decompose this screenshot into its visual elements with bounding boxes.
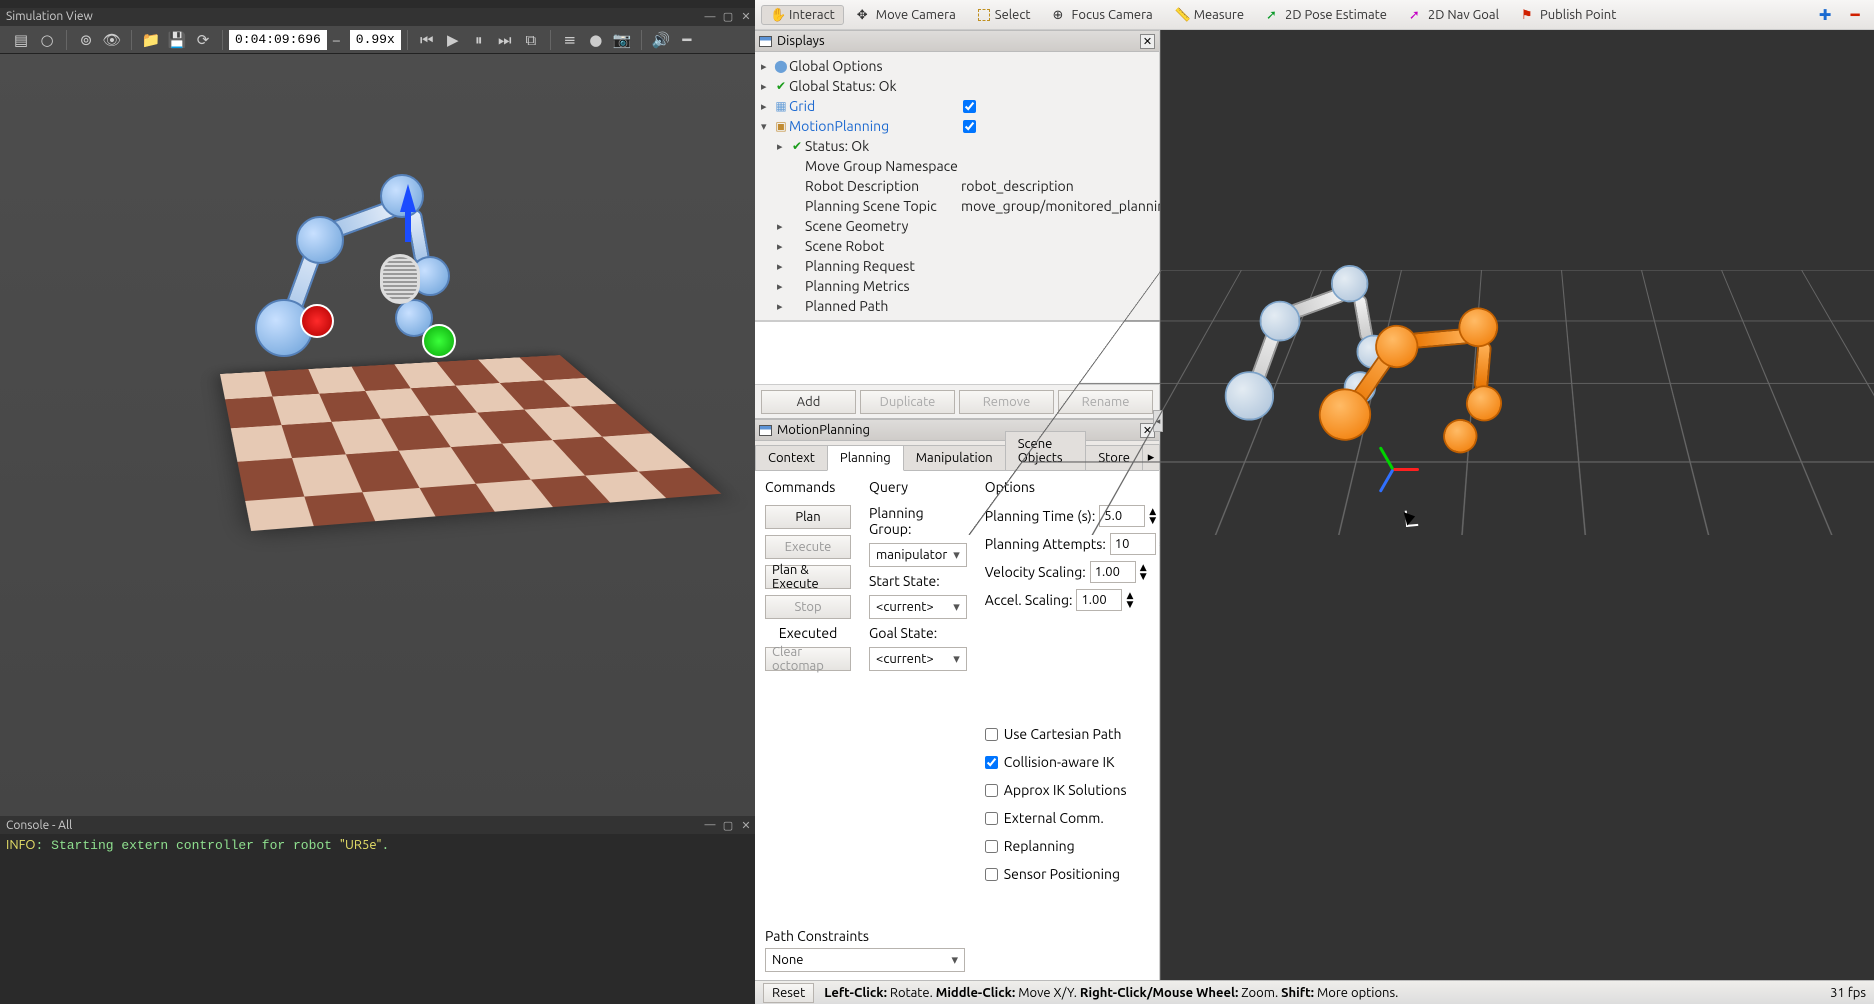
tool-focus-camera[interactable]: ⊕Focus Camera	[1044, 5, 1162, 25]
tab-context[interactable]: Context	[755, 445, 828, 470]
reset-button[interactable]: Reset	[763, 983, 814, 1003]
tab-planning[interactable]: Planning	[827, 445, 904, 471]
multiview-icon[interactable]: ⧉	[518, 27, 544, 53]
gizmo-z-arrow-icon[interactable]	[400, 184, 416, 212]
sim-toolbar: ▤ ○ ⊚ 👁 📁 💾 ⟳ 0:04:09:696 – 0.99x ⏮ ▶ ⏸ …	[0, 26, 755, 54]
displays-close-icon[interactable]: ✕	[1140, 34, 1155, 49]
stop-button[interactable]: Stop	[765, 595, 851, 619]
sim-speed-display: 0.99x	[350, 30, 401, 50]
sim-window-titlebar: Simulation View — ▢ ✕	[0, 8, 755, 26]
reload-icon[interactable]: ⟳	[190, 27, 216, 53]
save-icon[interactable]: 💾	[164, 27, 190, 53]
collision-ik-checkbox[interactable]	[985, 756, 998, 769]
step-fwd-icon[interactable]: ⏭	[492, 27, 518, 53]
path-constraints-dropdown[interactable]: None	[765, 948, 965, 972]
displays-tree[interactable]: ▸⬤Global Options ▸✔Global Status: Ok ▸▦G…	[755, 52, 959, 320]
spinner-up-down-icon[interactable]: ▲▼	[1140, 563, 1147, 581]
goal-state-dropdown[interactable]: <current>	[869, 647, 967, 671]
spinner-up-down-icon[interactable]: ▲▼	[1126, 591, 1133, 609]
tool-move-camera[interactable]: ✥Move Camera	[848, 5, 965, 25]
move-camera-icon: ✥	[857, 8, 871, 22]
minimize-icon[interactable]: —	[701, 8, 719, 26]
rviz-toolbar: ✋Interact ✥Move Camera Select ⊕Focus Cam…	[755, 0, 1874, 30]
planning-group-dropdown[interactable]: manipulator	[869, 543, 967, 567]
plan-button[interactable]: Plan	[765, 505, 851, 529]
tool-2d-nav-goal[interactable]: ➚2D Nav Goal	[1400, 5, 1508, 25]
focus-icon: ⊕	[1053, 8, 1067, 22]
tool-select[interactable]: Select	[969, 5, 1040, 25]
duplicate-button[interactable]: Duplicate	[860, 390, 955, 414]
window-icon	[759, 36, 772, 47]
tool-measure[interactable]: 📏Measure	[1166, 5, 1253, 25]
rviz-3d-viewport[interactable]: ◂	[1160, 30, 1874, 980]
approx-ik-checkbox[interactable]	[985, 784, 998, 797]
tab-manipulation[interactable]: Manipulation	[903, 445, 1006, 470]
tool-interact[interactable]: ✋Interact	[761, 5, 844, 25]
view-mode-icon[interactable]: ⊚	[73, 27, 99, 53]
tool-2d-pose[interactable]: ➚2D Pose Estimate	[1257, 5, 1396, 25]
list-icon[interactable]: ≡	[557, 27, 583, 53]
tool-publish-point[interactable]: ⚑Publish Point	[1512, 5, 1625, 25]
sim-window-title: Simulation View	[6, 8, 93, 26]
remove-tool-icon[interactable]: ━	[1842, 2, 1868, 28]
sim-time-display: 0:04:09:696	[229, 30, 327, 50]
console-title: Console - All	[6, 819, 72, 832]
window-icon	[759, 425, 772, 436]
console-close-icon[interactable]: ✕	[737, 816, 755, 834]
publish-point-icon: ⚑	[1521, 8, 1535, 22]
add-button[interactable]: Add	[761, 390, 856, 414]
replanning-checkbox[interactable]	[985, 840, 998, 853]
sound-icon[interactable]: 🔊	[648, 27, 674, 53]
remove-button[interactable]: Remove	[959, 390, 1054, 414]
add-tool-icon[interactable]: ✚	[1812, 2, 1838, 28]
app-menubar	[0, 0, 755, 8]
accel-spinner[interactable]: 1.00	[1076, 589, 1122, 611]
interact-icon: ✋	[770, 8, 784, 22]
plan-execute-button[interactable]: Plan & Execute	[765, 565, 851, 589]
motionplanning-checkbox[interactable]	[963, 120, 976, 133]
planning-attempts-spinner[interactable]: 10	[1110, 533, 1156, 555]
measure-icon: 📏	[1175, 8, 1189, 22]
camera-icon[interactable]: 📷	[609, 27, 635, 53]
displays-panel-title[interactable]: Displays ✕	[755, 30, 1159, 52]
close-icon[interactable]: ✕	[737, 8, 755, 26]
use-cartesian-checkbox[interactable]	[985, 728, 998, 741]
velocity-spinner[interactable]: 1.00	[1090, 561, 1136, 583]
step-back-icon[interactable]: ⏮	[414, 27, 440, 53]
console-minimize-icon[interactable]: —	[701, 816, 719, 834]
sim-3d-viewport[interactable]	[0, 54, 755, 816]
nav-goal-icon: ➚	[1409, 8, 1423, 22]
clear-octomap-button[interactable]: Clear octomap	[765, 647, 851, 671]
console-titlebar: Console - All — ▢ ✕	[0, 816, 755, 834]
open-icon[interactable]: 📁	[138, 27, 164, 53]
snapshot-marker-icon[interactable]: ●	[583, 27, 609, 53]
maximize-icon[interactable]: ▢	[719, 8, 737, 26]
pause-icon[interactable]: ⏸	[466, 27, 492, 53]
interactive-marker-icon[interactable]	[1371, 440, 1423, 492]
record-icon[interactable]: ○	[34, 27, 60, 53]
rviz-status-bar: Reset Left-Click: Rotate. Middle-Click: …	[755, 980, 1874, 1004]
console-output[interactable]: INFO: INFO: Starting extern controller f…	[0, 834, 755, 1004]
grid-checkbox[interactable]	[963, 100, 976, 113]
sensor-pos-checkbox[interactable]	[985, 868, 998, 881]
gizmo-x-handle-icon[interactable]	[300, 304, 334, 338]
pose-icon: ➚	[1266, 8, 1280, 22]
execute-button[interactable]: Execute	[765, 535, 851, 559]
play-icon[interactable]: ▶	[440, 27, 466, 53]
fps-display: 31 fps	[1830, 986, 1866, 1000]
gizmo-y-handle-icon[interactable]	[422, 324, 456, 358]
console-maximize-icon[interactable]: ▢	[719, 816, 737, 834]
external-comm-checkbox[interactable]	[985, 812, 998, 825]
start-state-dropdown[interactable]: <current>	[869, 595, 967, 619]
select-icon	[978, 9, 990, 21]
displays-values[interactable]: robot_description move_group/monitored_p…	[959, 52, 1159, 320]
robot-arm[interactable]	[250, 164, 510, 384]
menu-icon[interactable]: ▤	[8, 27, 34, 53]
visibility-icon[interactable]: 👁	[99, 27, 125, 53]
volume-slider-icon[interactable]: ━	[674, 27, 700, 53]
command-status: Executed	[765, 625, 851, 641]
